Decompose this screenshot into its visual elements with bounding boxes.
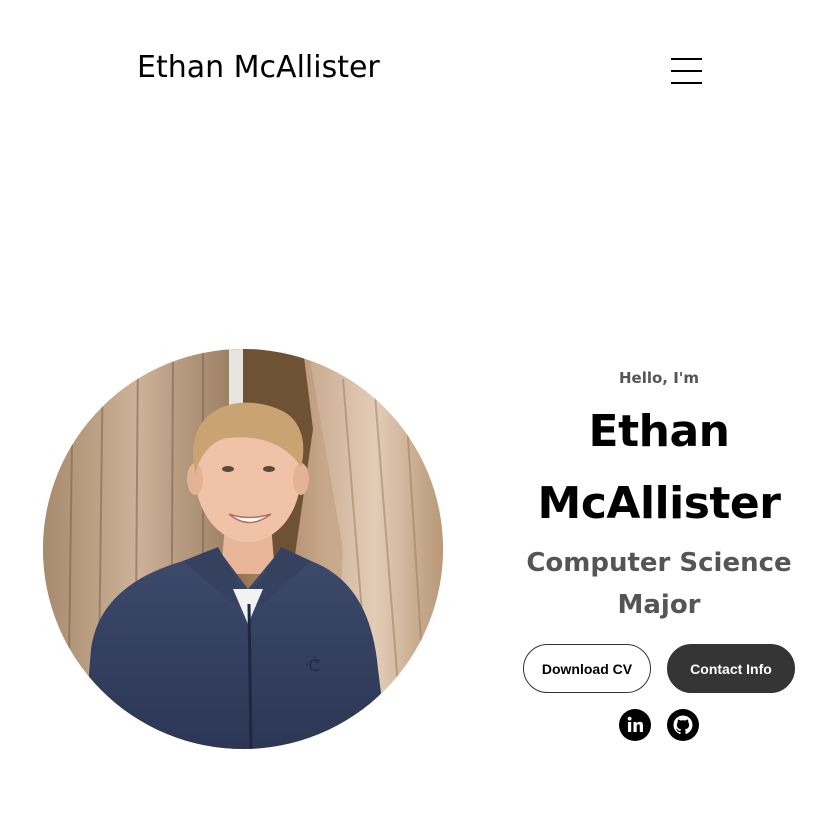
download-cv-button[interactable]: Download CV [523,644,651,693]
hamburger-line [671,82,702,84]
hero-section: Hello, I'm Ethan McAllister Computer Sci… [500,366,818,741]
hero-title: Computer Science Major [526,548,792,620]
svg-text:ᕨ: ᕨ [305,656,320,675]
hero-name: Ethan McAllister [537,406,781,529]
portfolio-page: Ethan McAllister ᕨ Hello, I'm Ethan McAl… [0,0,840,831]
hamburger-menu-icon[interactable] [671,58,702,84]
button-container: Download CV Contact Info [500,644,818,693]
greeting-text: Hello, I'm [618,369,700,387]
hamburger-line [671,58,702,60]
linkedin-icon[interactable] [619,709,651,741]
site-logo[interactable]: Ethan McAllister [137,50,380,85]
contact-info-button[interactable]: Contact Info [667,644,795,693]
hamburger-line [671,70,702,72]
social-links [500,709,818,741]
github-icon[interactable] [667,709,699,741]
profile-picture: ᕨ [43,349,443,749]
